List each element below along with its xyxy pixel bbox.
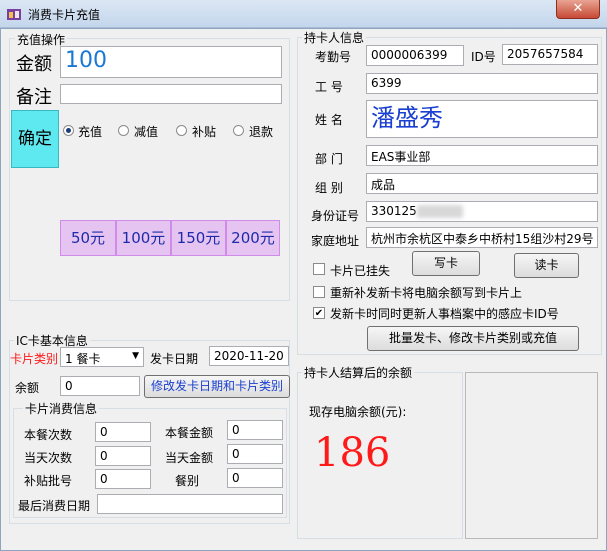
- quick-amount-100-button[interactable]: 100元: [116, 220, 171, 256]
- after-balance-group-label: 持卡人结算后的余额: [302, 364, 415, 381]
- confirm-button[interactable]: 确定: [11, 110, 59, 168]
- subsidy-batch-label: 补贴批号: [24, 474, 73, 488]
- balance-label: 余额: [15, 381, 40, 395]
- name-field[interactable]: 潘盛秀: [366, 100, 598, 138]
- lost-checkbox[interactable]: [313, 263, 325, 275]
- attendance-label: 考勤号: [315, 50, 352, 64]
- empno-label: 工 号: [315, 80, 343, 94]
- current-balance-value: 186: [314, 430, 391, 476]
- amount-input[interactable]: 100: [60, 46, 282, 78]
- redacted-blur: [417, 205, 463, 218]
- card-type-label: 卡片类别: [10, 352, 59, 366]
- quick-amount-50-button[interactable]: 50元: [60, 220, 116, 256]
- dept-label: 部 门: [315, 152, 343, 166]
- day-count-label: 当天次数: [24, 451, 73, 465]
- meal-type-label: 餐别: [175, 474, 200, 488]
- issue-date-label: 发卡日期: [150, 352, 199, 366]
- dept-field[interactable]: EAS事业部: [366, 145, 598, 166]
- last-date-label: 最后消费日期: [18, 499, 91, 513]
- address-field[interactable]: 杭州市余杭区中泰乡中桥村15组沙村29号: [366, 227, 598, 248]
- id-label: ID号: [471, 50, 496, 64]
- modify-card-button[interactable]: 修改发卡日期和卡片类别: [144, 375, 290, 398]
- batch-issue-button[interactable]: 批量发卡、修改卡片类别或充值: [367, 326, 579, 351]
- meal-count-label: 本餐次数: [24, 428, 73, 442]
- name-label: 姓 名: [315, 113, 343, 127]
- mode-radio-subsidy[interactable]: [176, 125, 187, 136]
- mode-radio-refund[interactable]: [233, 125, 244, 136]
- lost-label: 卡片已挂失: [330, 264, 391, 278]
- consume-group-label: 卡片消费信息: [23, 400, 100, 417]
- mode-label-refund: 退款: [249, 125, 274, 139]
- day-count-field[interactable]: 0: [95, 446, 151, 466]
- team-label: 组 别: [315, 181, 343, 195]
- app-icon: [7, 9, 21, 20]
- mode-label-recharge: 充值: [78, 125, 103, 139]
- quick-amount-150-button[interactable]: 150元: [171, 220, 226, 256]
- team-field[interactable]: 成品: [366, 173, 598, 194]
- reissue-checkbox[interactable]: [313, 286, 325, 298]
- reissue-label: 重新补发新卡将电脑余额写到卡片上: [330, 286, 523, 300]
- day-amount-field[interactable]: 0: [227, 444, 283, 464]
- note-input[interactable]: [60, 84, 282, 104]
- holder-group-label: 持卡人信息: [302, 29, 367, 46]
- note-label: 备注: [16, 87, 52, 108]
- mode-label-reduce: 减值: [134, 125, 159, 139]
- idcard-field[interactable]: 330125: [366, 201, 598, 222]
- idcard-value: 330125: [371, 204, 417, 218]
- card-type-select[interactable]: 1 餐卡 ▼: [60, 347, 144, 367]
- photo-panel: [465, 372, 598, 539]
- meal-count-field[interactable]: 0: [95, 422, 151, 442]
- window-title: 消费卡片充值: [28, 8, 101, 22]
- empno-field[interactable]: 6399: [366, 73, 598, 94]
- update-id-label: 发新卡时同时更新人事档案中的感应卡ID号: [330, 307, 559, 321]
- issue-date-field[interactable]: 2020-11-20: [209, 346, 289, 366]
- last-date-field[interactable]: [97, 494, 283, 514]
- idcard-label: 身份证号: [311, 209, 360, 223]
- subsidy-batch-field[interactable]: 0: [95, 469, 151, 489]
- id-field[interactable]: 2057657584: [502, 44, 598, 65]
- current-balance-label: 现存电脑余额(元):: [309, 405, 407, 419]
- address-label: 家庭地址: [311, 234, 360, 248]
- meal-amount-label: 本餐金额: [165, 426, 214, 440]
- write-card-button[interactable]: 写卡: [412, 251, 480, 276]
- amount-label: 金额: [16, 54, 52, 75]
- chevron-down-icon: ▼: [132, 351, 139, 361]
- balance-field[interactable]: 0: [60, 376, 140, 396]
- attendance-field[interactable]: 0000006399: [366, 45, 464, 66]
- quick-amount-200-button[interactable]: 200元: [226, 220, 280, 256]
- mode-label-subsidy: 补贴: [192, 125, 217, 139]
- read-card-button[interactable]: 读卡: [514, 253, 579, 278]
- meal-amount-field[interactable]: 0: [227, 420, 283, 440]
- close-button[interactable]: ✕: [556, 0, 600, 19]
- day-amount-label: 当天金额: [165, 451, 214, 465]
- mode-radio-reduce[interactable]: [118, 125, 129, 136]
- mode-radio-recharge[interactable]: [63, 125, 74, 136]
- meal-type-field[interactable]: 0: [227, 468, 283, 488]
- card-type-value: 1 餐卡: [65, 352, 101, 366]
- update-id-checkbox[interactable]: ✔: [313, 307, 325, 319]
